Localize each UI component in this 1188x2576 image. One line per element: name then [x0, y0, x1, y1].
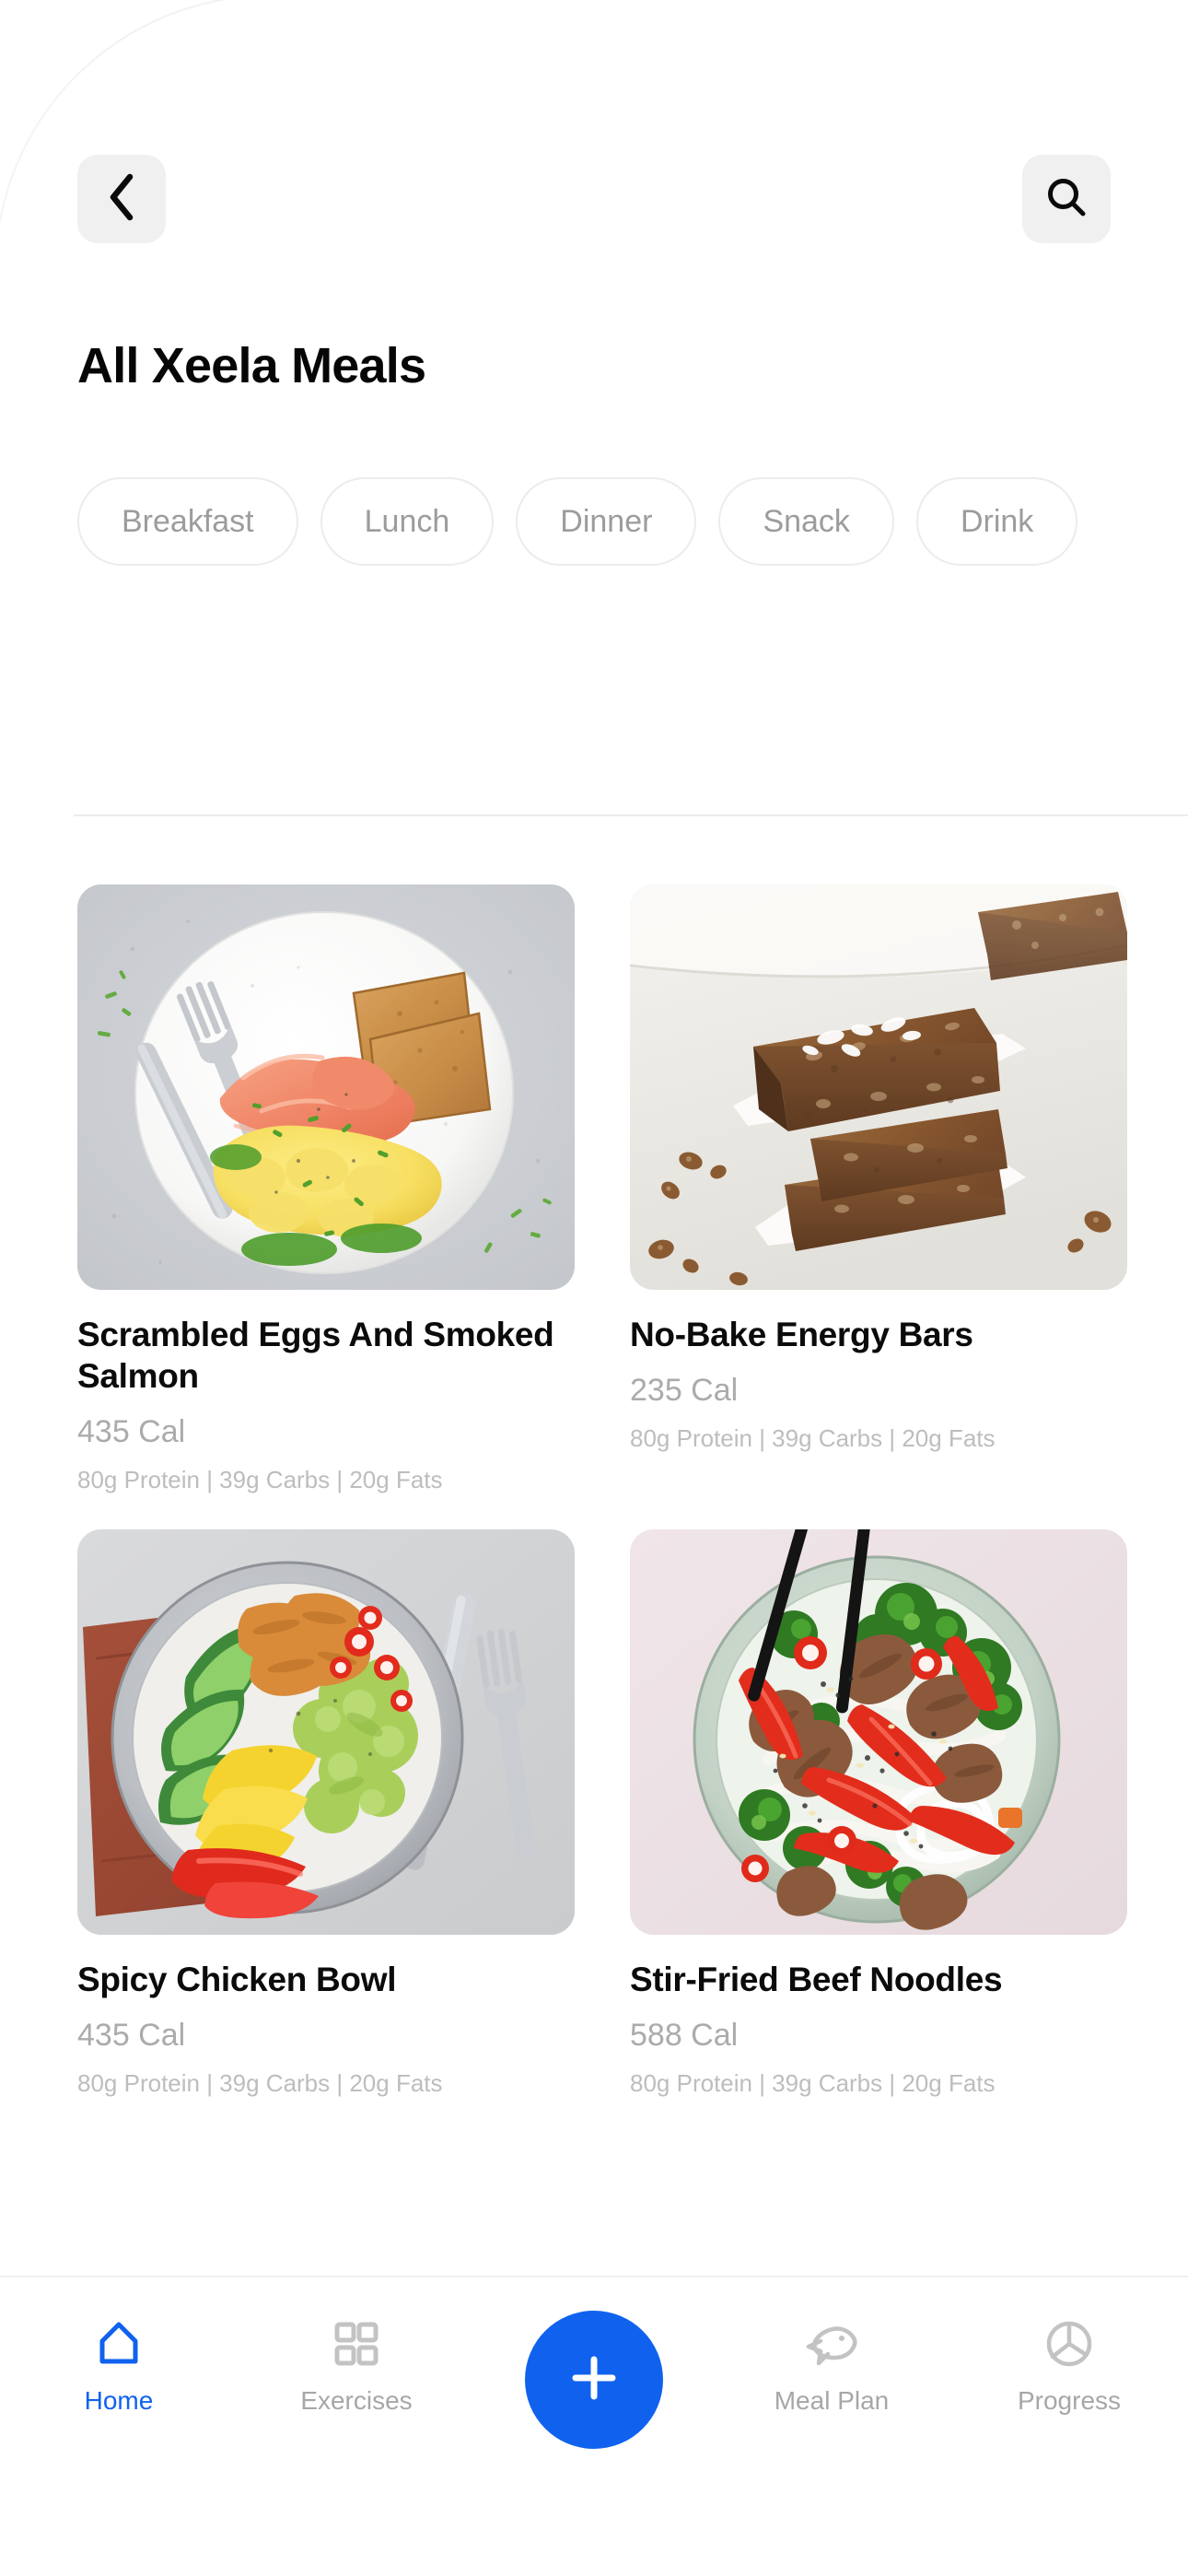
filter-chip-label: Snack [763, 503, 850, 539]
meal-title: Scrambled Eggs And Smoked Salmon [77, 1316, 554, 1396]
add-meal-button[interactable] [525, 2311, 663, 2449]
nav-item-home[interactable]: Home [0, 2277, 238, 2471]
search-button[interactable] [1022, 155, 1111, 243]
app-screen: All Xeela Meals Breakfast Lunch Dinner S… [0, 0, 1188, 2576]
stir-fried-beef-noodles-photo [630, 1529, 1127, 1936]
filter-chip-lunch[interactable]: Lunch [320, 477, 495, 566]
filter-chip-label: Dinner [560, 503, 653, 539]
meal-macros: 80g Protein | 39g Carbs | 20g Fats [77, 1466, 443, 1494]
meal-title: Stir-Fried Beef Noodles [630, 1961, 1003, 1999]
meal-title: No-Bake Energy Bars [630, 1316, 973, 1353]
meal-calories: 435 Cal [77, 2018, 186, 2054]
section-divider [74, 814, 1188, 816]
top-bar [77, 155, 1111, 243]
nav-item-label: Exercises [300, 2386, 413, 2415]
plus-icon [566, 2350, 622, 2410]
filter-chip-label: Breakfast [122, 503, 254, 539]
meal-card[interactable]: Spicy Chicken Bowl 435 Cal 80g Protein |… [77, 1529, 575, 2098]
nav-item-meal-plan[interactable]: Meal Plan [713, 2277, 950, 2471]
nav-item-progress[interactable]: Progress [950, 2277, 1188, 2471]
nav-item-label: Home [84, 2386, 154, 2415]
filter-chip-label: Drink [960, 503, 1034, 539]
grid-squares-icon [333, 2318, 379, 2370]
pie-chart-icon [1044, 2318, 1094, 2370]
filter-chip-label: Lunch [364, 503, 450, 539]
nav-item-label: Progress [1017, 2386, 1122, 2415]
page-title: All Xeela Meals [77, 338, 426, 393]
nav-item-label: Meal Plan [774, 2386, 890, 2415]
spicy-chicken-bowl-photo [77, 1529, 575, 1936]
energy-bars-photo [630, 884, 1127, 1290]
meal-card[interactable]: Stir-Fried Beef Noodles 588 Cal 80g Prot… [630, 1529, 1127, 2098]
meal-grid: Scrambled Eggs And Smoked Salmon 435 Cal… [77, 884, 1188, 2098]
meal-macros: 80g Protein | 39g Carbs | 20g Fats [630, 1423, 996, 1452]
scrambled-eggs-salmon-photo [77, 884, 575, 1290]
meal-card[interactable]: No-Bake Energy Bars 235 Cal 80g Protein … [630, 884, 1127, 1494]
back-button[interactable] [77, 155, 166, 243]
nav-item-exercises[interactable]: Exercises [238, 2277, 475, 2471]
filter-chip-dinner[interactable]: Dinner [516, 477, 697, 566]
filter-chip-group: Breakfast Lunch Dinner Snack Drink [77, 477, 1118, 566]
meal-calories: 235 Cal [630, 1373, 739, 1409]
meal-card[interactable]: Scrambled Eggs And Smoked Salmon 435 Cal… [77, 884, 575, 1494]
bottom-navigation: Home Exercises Meal Plan Progress [0, 2276, 1188, 2576]
home-icon [94, 2318, 144, 2370]
search-icon [1045, 176, 1088, 223]
fish-icon [805, 2318, 858, 2370]
meal-macros: 80g Protein | 39g Carbs | 20g Fats [77, 2069, 443, 2098]
meal-calories: 435 Cal [77, 1414, 186, 1450]
filter-chip-breakfast[interactable]: Breakfast [77, 477, 298, 566]
meal-calories: 588 Cal [630, 2018, 739, 2054]
meal-macros: 80g Protein | 39g Carbs | 20g Fats [630, 2069, 996, 2098]
meal-title: Spicy Chicken Bowl [77, 1961, 397, 1999]
filter-chip-drink[interactable]: Drink [915, 477, 1078, 566]
chevron-left-icon [106, 173, 137, 226]
filter-chip-snack[interactable]: Snack [718, 477, 894, 566]
